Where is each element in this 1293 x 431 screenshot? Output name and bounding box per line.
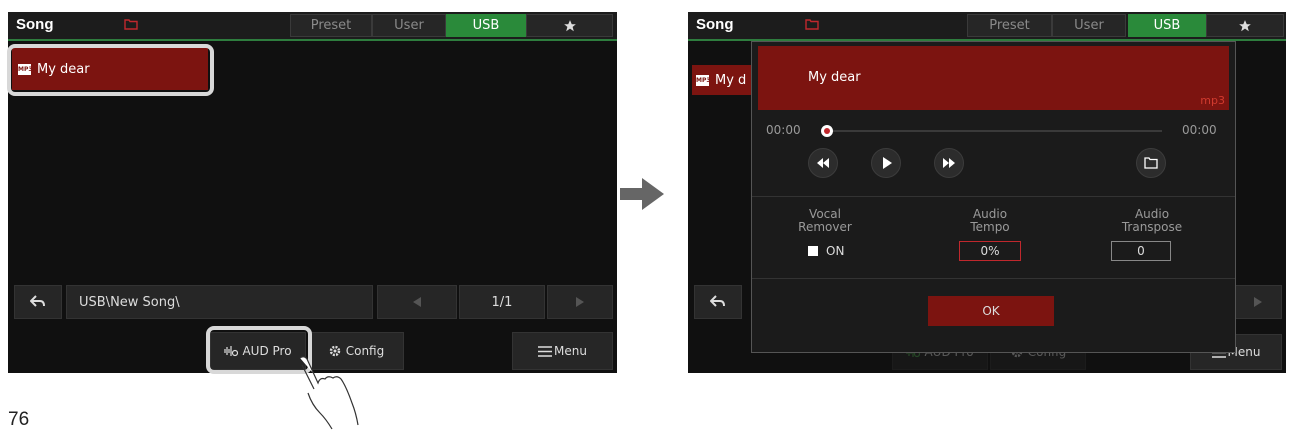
tab-usb[interactable]: USB [446, 14, 526, 37]
play-button[interactable] [871, 148, 901, 178]
mp3-icon: MP3 [696, 74, 711, 86]
audio-transpose-label: Audio Transpose [1102, 208, 1202, 234]
divider [752, 278, 1235, 279]
vocal-remover-label: Vocal Remover [780, 208, 870, 234]
song-name-partial: My d [715, 72, 747, 88]
audio-tempo-label: Audio Tempo [945, 208, 1035, 234]
rewind-button[interactable] [808, 148, 838, 178]
transition-arrow-icon [620, 178, 664, 210]
audio-transpose-label-line2: Transpose [1121, 220, 1183, 234]
time-end: 00:00 [1182, 123, 1217, 137]
tab-preset[interactable]: Preset [967, 14, 1052, 37]
menu-button[interactable]: Menu [512, 332, 613, 370]
triangle-left-icon [413, 297, 421, 307]
back-button[interactable] [694, 285, 742, 319]
folder-icon[interactable] [124, 19, 138, 30]
song-list-item[interactable]: MP3 My d [692, 65, 752, 95]
tab-usb[interactable]: USB [1128, 14, 1206, 37]
audio-tempo-label-line2: Tempo [970, 220, 1010, 234]
song-banner: My dear mp3 [758, 46, 1229, 110]
folder-icon [1144, 157, 1158, 169]
progress-knob[interactable] [821, 125, 833, 137]
menu-icon [538, 345, 553, 357]
divider [752, 196, 1235, 197]
audio-transpose-value[interactable]: 0 [1111, 241, 1171, 261]
menu-label: Menu [554, 344, 587, 358]
format-label: mp3 [1200, 94, 1225, 107]
page-title: Song [16, 16, 54, 33]
progress-track[interactable] [822, 130, 1162, 132]
header-bar: Song Preset User USB [688, 12, 1286, 41]
aud-pro-dialog: My dear mp3 00:00 00:00 Vocal Remover ON [751, 41, 1236, 353]
time-start: 00:00 [766, 123, 801, 137]
triangle-right-icon [1254, 297, 1262, 307]
path-display: USB\New Song\ [66, 285, 373, 319]
tab-user[interactable]: User [372, 14, 446, 37]
audio-tempo-value[interactable]: 0% [959, 241, 1021, 261]
fast-forward-button[interactable] [934, 148, 964, 178]
ok-button[interactable]: OK [928, 296, 1054, 326]
rewind-icon [817, 158, 829, 168]
tab-preset[interactable]: Preset [290, 14, 372, 37]
tab-favorites[interactable] [1206, 14, 1284, 37]
tab-user[interactable]: User [1052, 14, 1126, 37]
back-arrow-icon [30, 295, 45, 307]
page-number: 76 [8, 409, 30, 430]
vocal-remover-value: ON [826, 244, 845, 258]
play-icon [883, 157, 892, 169]
page-indicator: 1/1 [459, 285, 545, 319]
vocal-remover-toggle[interactable]: ON [808, 244, 844, 258]
star-icon [1239, 19, 1251, 31]
next-page-button[interactable] [1234, 285, 1282, 319]
fast-forward-icon [943, 158, 955, 168]
page-title: Song [696, 16, 734, 33]
next-page-button[interactable] [547, 285, 613, 319]
open-folder-button[interactable] [1136, 148, 1166, 178]
tab-favorites[interactable] [526, 14, 613, 37]
folder-icon[interactable] [805, 19, 819, 30]
dialog-song-title: My dear [808, 70, 861, 85]
vocal-remover-label-line2: Remover [798, 220, 852, 234]
highlight-frame-song [7, 44, 214, 96]
checkbox[interactable] [808, 246, 818, 256]
triangle-right-icon [576, 297, 584, 307]
header-bar: Song Preset User USB [8, 12, 617, 41]
star-icon [563, 19, 576, 31]
prev-page-button[interactable] [377, 285, 457, 319]
pointing-hand-icon [299, 356, 359, 430]
back-button[interactable] [14, 285, 62, 319]
back-arrow-icon [710, 295, 725, 307]
right-screen: Song Preset User USB MP3 My d AUD Pro Co… [688, 12, 1286, 373]
